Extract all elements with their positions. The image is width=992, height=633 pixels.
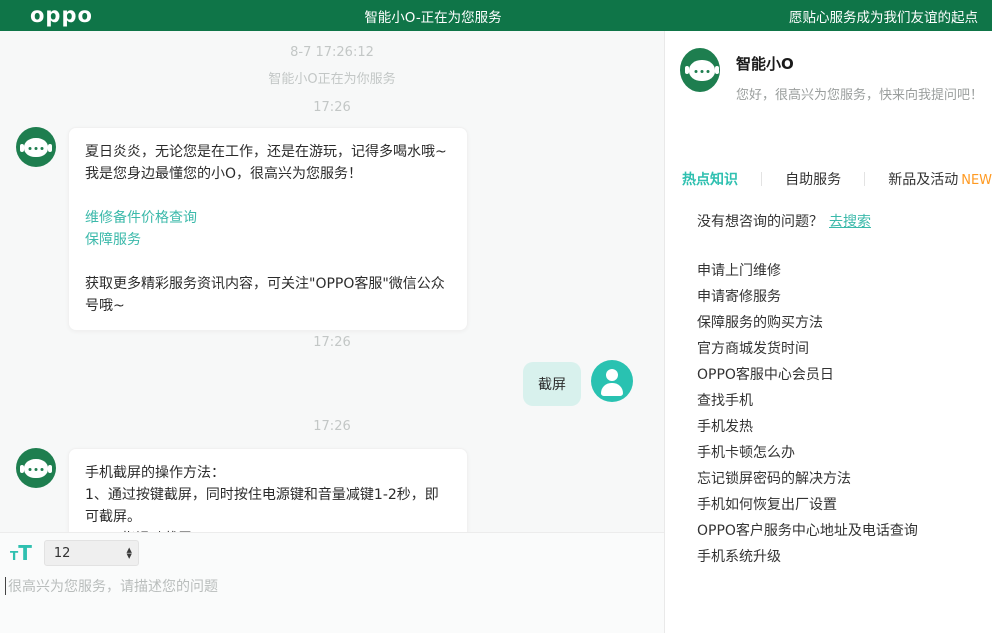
robot-face-icon xyxy=(20,459,52,478)
search-prompt-row: 没有想咨询的问题？ 去搜索 xyxy=(697,211,871,231)
composer-toolbar: TT 12 ▲ ▼ xyxy=(10,540,139,566)
faq-item[interactable]: OPPO客户服务中心地址及电话查询 xyxy=(697,518,918,544)
person-icon xyxy=(606,369,618,381)
bot-message-text: 1、通过按键截屏，同时按住电源键和音量减键1-2秒，即可截屏。 xyxy=(85,487,439,525)
message-timestamp: 17:26 xyxy=(313,100,351,115)
warranty-service-link[interactable]: 保障服务 xyxy=(85,229,451,251)
user-message-bubble: 截屏 xyxy=(523,362,581,406)
faq-item[interactable]: 官方商城发货时间 xyxy=(697,336,918,362)
session-timestamp: 8-7 17:26:12 xyxy=(290,45,374,60)
faq-item[interactable]: OPPO客服中心会员日 xyxy=(697,362,918,388)
bot-message-bubble: 夏日炎炎，无论您是在工作，还是在游玩，记得多喝水哦~我是您身边最懂您的小O，很高… xyxy=(68,127,468,331)
faq-item[interactable]: 手机发热 xyxy=(697,414,918,440)
text-cursor xyxy=(5,577,6,595)
bot-message-footer: 获取更多精彩服务资讯内容，可关注"OPPO客服"微信公众号哦~ xyxy=(85,276,445,314)
chat-area: 8-7 17:26:12 智能小O正在为你服务 17:26 夏日炎炎，无论您是在… xyxy=(0,31,665,633)
faq-item[interactable]: 申请寄修服务 xyxy=(697,284,918,310)
faq-item[interactable]: 忘记锁屏密码的解决方法 xyxy=(697,466,918,492)
faq-item[interactable]: 保障服务的购买方法 xyxy=(697,310,918,336)
faq-item[interactable]: 手机如何恢复出厂设置 xyxy=(697,492,918,518)
bot-avatar-icon xyxy=(16,127,56,167)
message-composer: TT 12 ▲ ▼ 很高兴为您服务，请描述您的问题 xyxy=(0,532,664,633)
robot-face-icon xyxy=(685,60,719,81)
bot-message-text: 手机截屏的操作方法： xyxy=(85,465,225,481)
panel-tabs: 热点知识 自助服务 新品及活动 NEW xyxy=(682,169,992,189)
new-badge: NEW xyxy=(961,173,992,188)
bot-profile: 智能小O 您好，很高兴为您服务，快来向我提问吧！ xyxy=(680,48,983,103)
faq-item[interactable]: 申请上门维修 xyxy=(697,258,918,284)
search-prompt: 没有想咨询的问题？ xyxy=(697,214,823,230)
faq-item[interactable]: 手机卡顿怎么办 xyxy=(697,440,918,466)
bot-avatar-icon xyxy=(680,48,720,92)
top-bar: OPPO 智能小O-正在为您服务 愿贴心服务成为我们友谊的起点 xyxy=(0,0,992,31)
font-size-value: 12 xyxy=(53,545,71,561)
tab-hot-knowledge[interactable]: 热点知识 xyxy=(682,169,738,189)
input-placeholder: 很高兴为您服务，请描述您的问题 xyxy=(8,579,218,595)
bot-message-text: 夏日炎炎，无论您是在工作，还是在游玩，记得多喝水哦~我是您身边最懂您的小O，很高… xyxy=(85,144,447,182)
bot-name: 智能小O xyxy=(736,55,794,73)
service-slogan: 愿贴心服务成为我们友谊的起点 xyxy=(789,9,978,26)
repair-price-link[interactable]: 维修备件价格查询 xyxy=(85,207,451,229)
tab-self-service[interactable]: 自助服务 xyxy=(785,169,841,189)
bot-greeting: 您好，很高兴为您服务，快来向我提问吧！ xyxy=(736,88,984,103)
font-size-icon[interactable]: TT xyxy=(10,543,32,563)
faq-list: 申请上门维修 申请寄修服务 保障服务的购买方法 官方商城发货时间 OPPO客服中… xyxy=(697,258,918,570)
chat-session-title: 智能小O-正在为您服务 xyxy=(364,9,502,26)
faq-item[interactable]: 手机系统升级 xyxy=(697,544,918,570)
knowledge-panel: 智能小O 您好，很高兴为您服务，快来向我提问吧！ 热点知识 自助服务 新品及活动… xyxy=(666,31,992,633)
oppo-logo: OPPO xyxy=(30,3,93,27)
message-timestamp: 17:26 xyxy=(313,335,351,350)
font-size-stepper[interactable]: 12 ▲ ▼ xyxy=(43,540,139,566)
stepper-arrows-icon[interactable]: ▲ ▼ xyxy=(126,547,137,560)
go-search-link[interactable]: 去搜索 xyxy=(829,214,871,230)
user-message: 截屏 xyxy=(523,360,633,406)
tab-new-products[interactable]: 新品及活动 NEW xyxy=(888,169,992,189)
message-timestamp: 17:26 xyxy=(313,419,351,434)
bot-avatar-icon xyxy=(16,448,56,488)
message-input[interactable]: 很高兴为您服务，请描述您的问题 xyxy=(5,576,645,596)
faq-item[interactable]: 查找手机 xyxy=(697,388,918,414)
user-avatar-icon xyxy=(591,360,633,402)
session-note: 智能小O正在为你服务 xyxy=(268,72,396,87)
bot-message: 夏日炎炎，无论您是在工作，还是在游玩，记得多喝水哦~我是您身边最懂您的小O，很高… xyxy=(16,127,468,331)
robot-face-icon xyxy=(20,138,52,157)
